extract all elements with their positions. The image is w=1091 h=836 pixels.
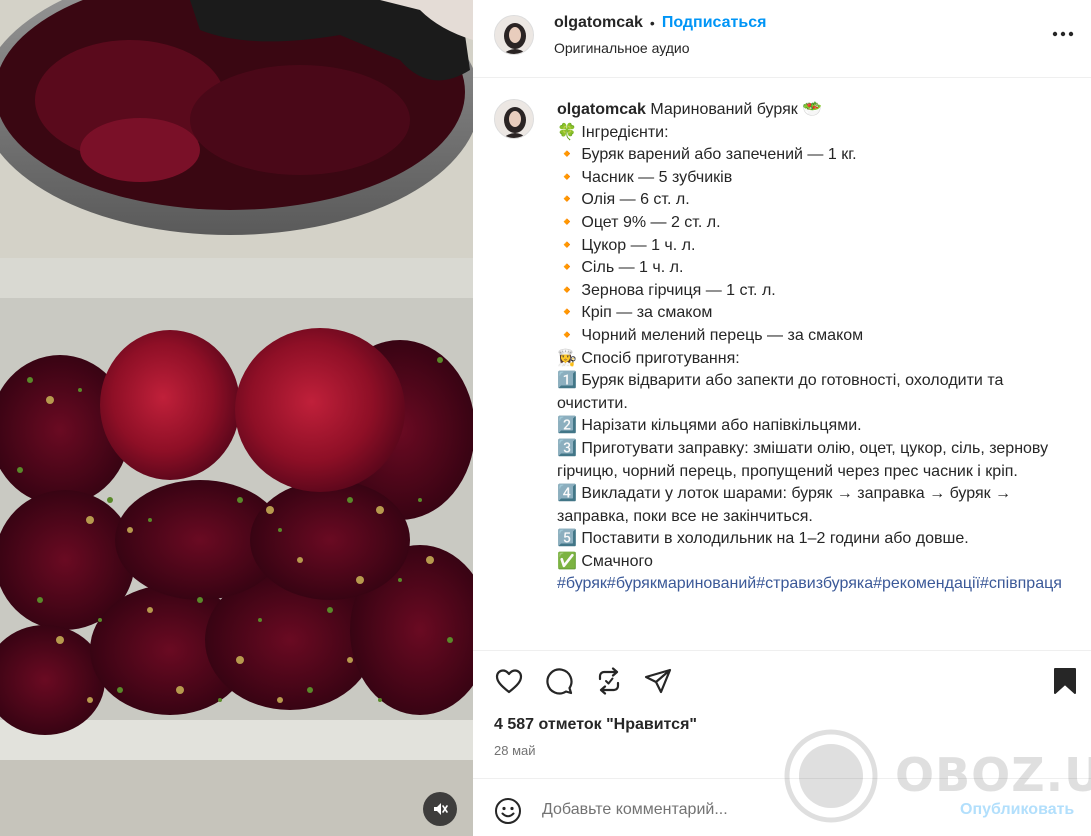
more-options-button[interactable] <box>1050 24 1076 44</box>
repost-icon <box>598 667 620 695</box>
action-bar <box>473 650 1091 710</box>
comment-button[interactable] <box>543 665 575 697</box>
separator-dot: • <box>649 15 655 31</box>
post-date[interactable]: 28 май <box>494 743 536 758</box>
likes-count[interactable]: 4 587 отметок "Нравится" <box>494 716 697 734</box>
caption-section: olgatomcak Маринований буряк 🥗 🍀 Інгреді… <box>473 79 1091 649</box>
send-icon <box>644 668 672 694</box>
avatar[interactable] <box>494 15 534 55</box>
speaker-muted-icon <box>434 803 448 815</box>
bookmark-icon <box>1054 668 1076 694</box>
post-video[interactable] <box>0 0 473 836</box>
audio-link[interactable]: Оригинальное аудио <box>554 40 690 56</box>
share-button[interactable] <box>642 665 674 697</box>
header-title-row: olgatomcak • Подписаться <box>554 14 766 32</box>
post-header: olgatomcak • Подписаться Оригинальное ау… <box>473 0 1091 78</box>
more-options-icon <box>1052 31 1074 37</box>
emoji-button[interactable] <box>494 797 522 825</box>
comment-bubble-icon <box>546 668 573 695</box>
username-link[interactable]: olgatomcak <box>554 14 643 32</box>
post-details-panel: olgatomcak • Подписаться Оригинальное ау… <box>473 0 1091 836</box>
follow-button[interactable]: Подписаться <box>662 14 767 32</box>
caption-body: 🍀 Інгредієнти: 🔸 Буряк варений або запеч… <box>557 123 1049 570</box>
comment-bar: Опубликовать <box>473 778 1091 836</box>
profile-photo-icon <box>495 100 533 138</box>
caption-title: Маринований буряк 🥗 <box>645 101 823 118</box>
mute-button[interactable] <box>423 792 457 826</box>
publish-button[interactable]: Опубликовать <box>960 801 1074 819</box>
post-caption: olgatomcak Маринований буряк 🥗 🍀 Інгреді… <box>557 99 1067 596</box>
caption-username[interactable]: olgatomcak <box>557 101 646 118</box>
repost-button[interactable] <box>593 665 625 697</box>
heart-icon <box>495 669 523 694</box>
caption-avatar[interactable] <box>494 99 534 139</box>
profile-photo-icon <box>495 16 533 54</box>
beet-salad-video-frame <box>0 0 473 836</box>
comment-input[interactable] <box>542 797 942 823</box>
save-button[interactable] <box>1049 665 1081 697</box>
emoji-icon <box>495 798 521 824</box>
like-button[interactable] <box>493 665 525 697</box>
caption-hashtags[interactable]: #буряк#бурякмаринований#стравизбуряка#ре… <box>557 575 1062 592</box>
